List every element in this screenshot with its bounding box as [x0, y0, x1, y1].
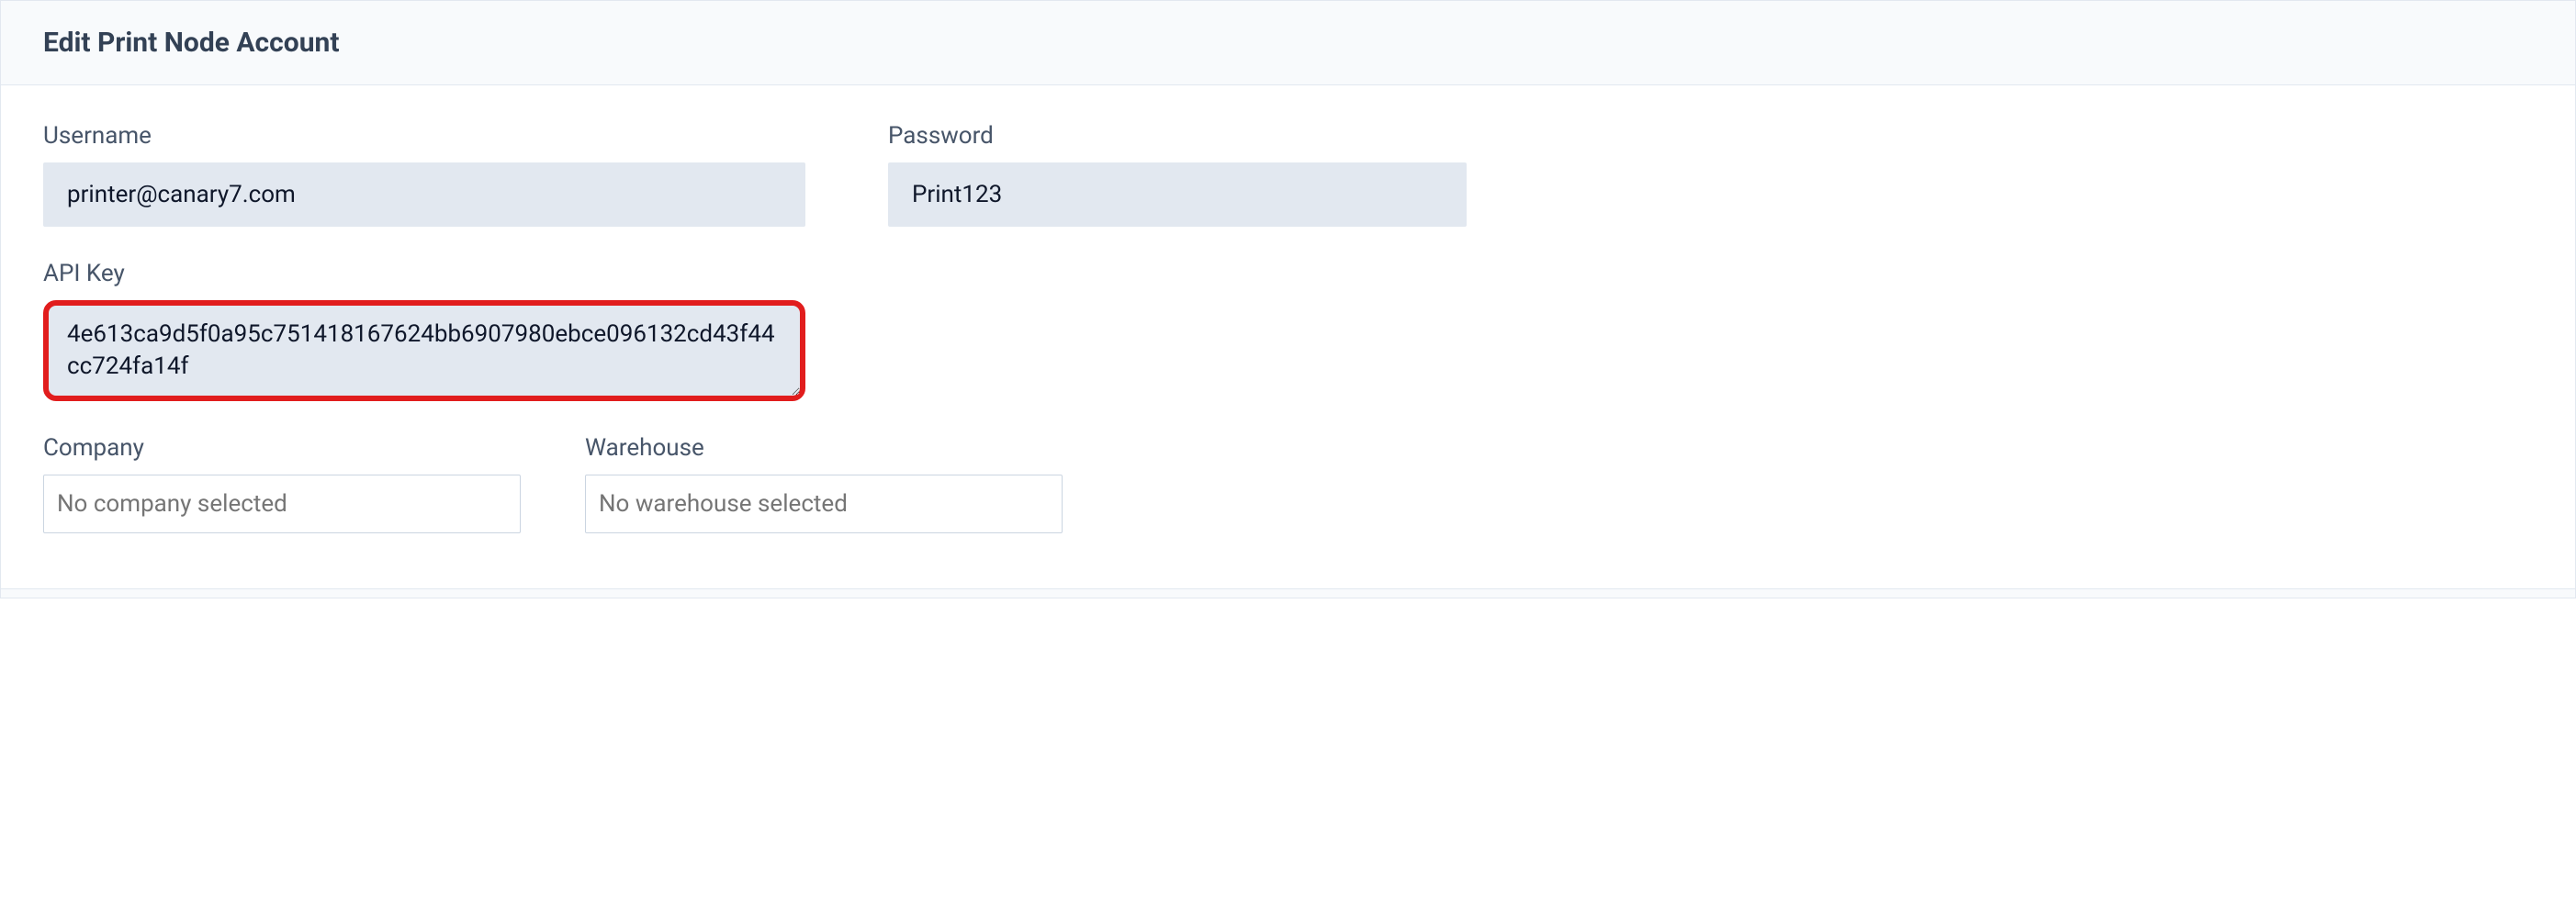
- warehouse-select[interactable]: [585, 475, 1063, 533]
- field-password: Password: [888, 122, 1467, 227]
- field-company: Company: [43, 434, 521, 533]
- row-api-key: API Key: [43, 260, 2533, 401]
- password-label: Password: [888, 122, 1467, 150]
- panel-footer: [1, 588, 2575, 598]
- row-selectors: Company Warehouse: [43, 434, 2533, 533]
- username-input[interactable]: [43, 162, 805, 227]
- username-label: Username: [43, 122, 805, 150]
- panel-header: Edit Print Node Account: [1, 1, 2575, 85]
- password-input[interactable]: [888, 162, 1467, 227]
- field-warehouse: Warehouse: [585, 434, 1063, 533]
- api-key-input[interactable]: [43, 300, 805, 401]
- api-key-label: API Key: [43, 260, 805, 287]
- field-api-key: API Key: [43, 260, 805, 401]
- warehouse-label: Warehouse: [585, 434, 1063, 462]
- field-username: Username: [43, 122, 805, 227]
- panel-title: Edit Print Node Account: [43, 27, 2533, 59]
- company-label: Company: [43, 434, 521, 462]
- edit-print-node-panel: Edit Print Node Account Username Passwor…: [0, 0, 2576, 598]
- row-credentials: Username Password: [43, 122, 2533, 227]
- panel-body: Username Password API Key Company Wareho…: [1, 85, 2575, 588]
- company-select[interactable]: [43, 475, 521, 533]
